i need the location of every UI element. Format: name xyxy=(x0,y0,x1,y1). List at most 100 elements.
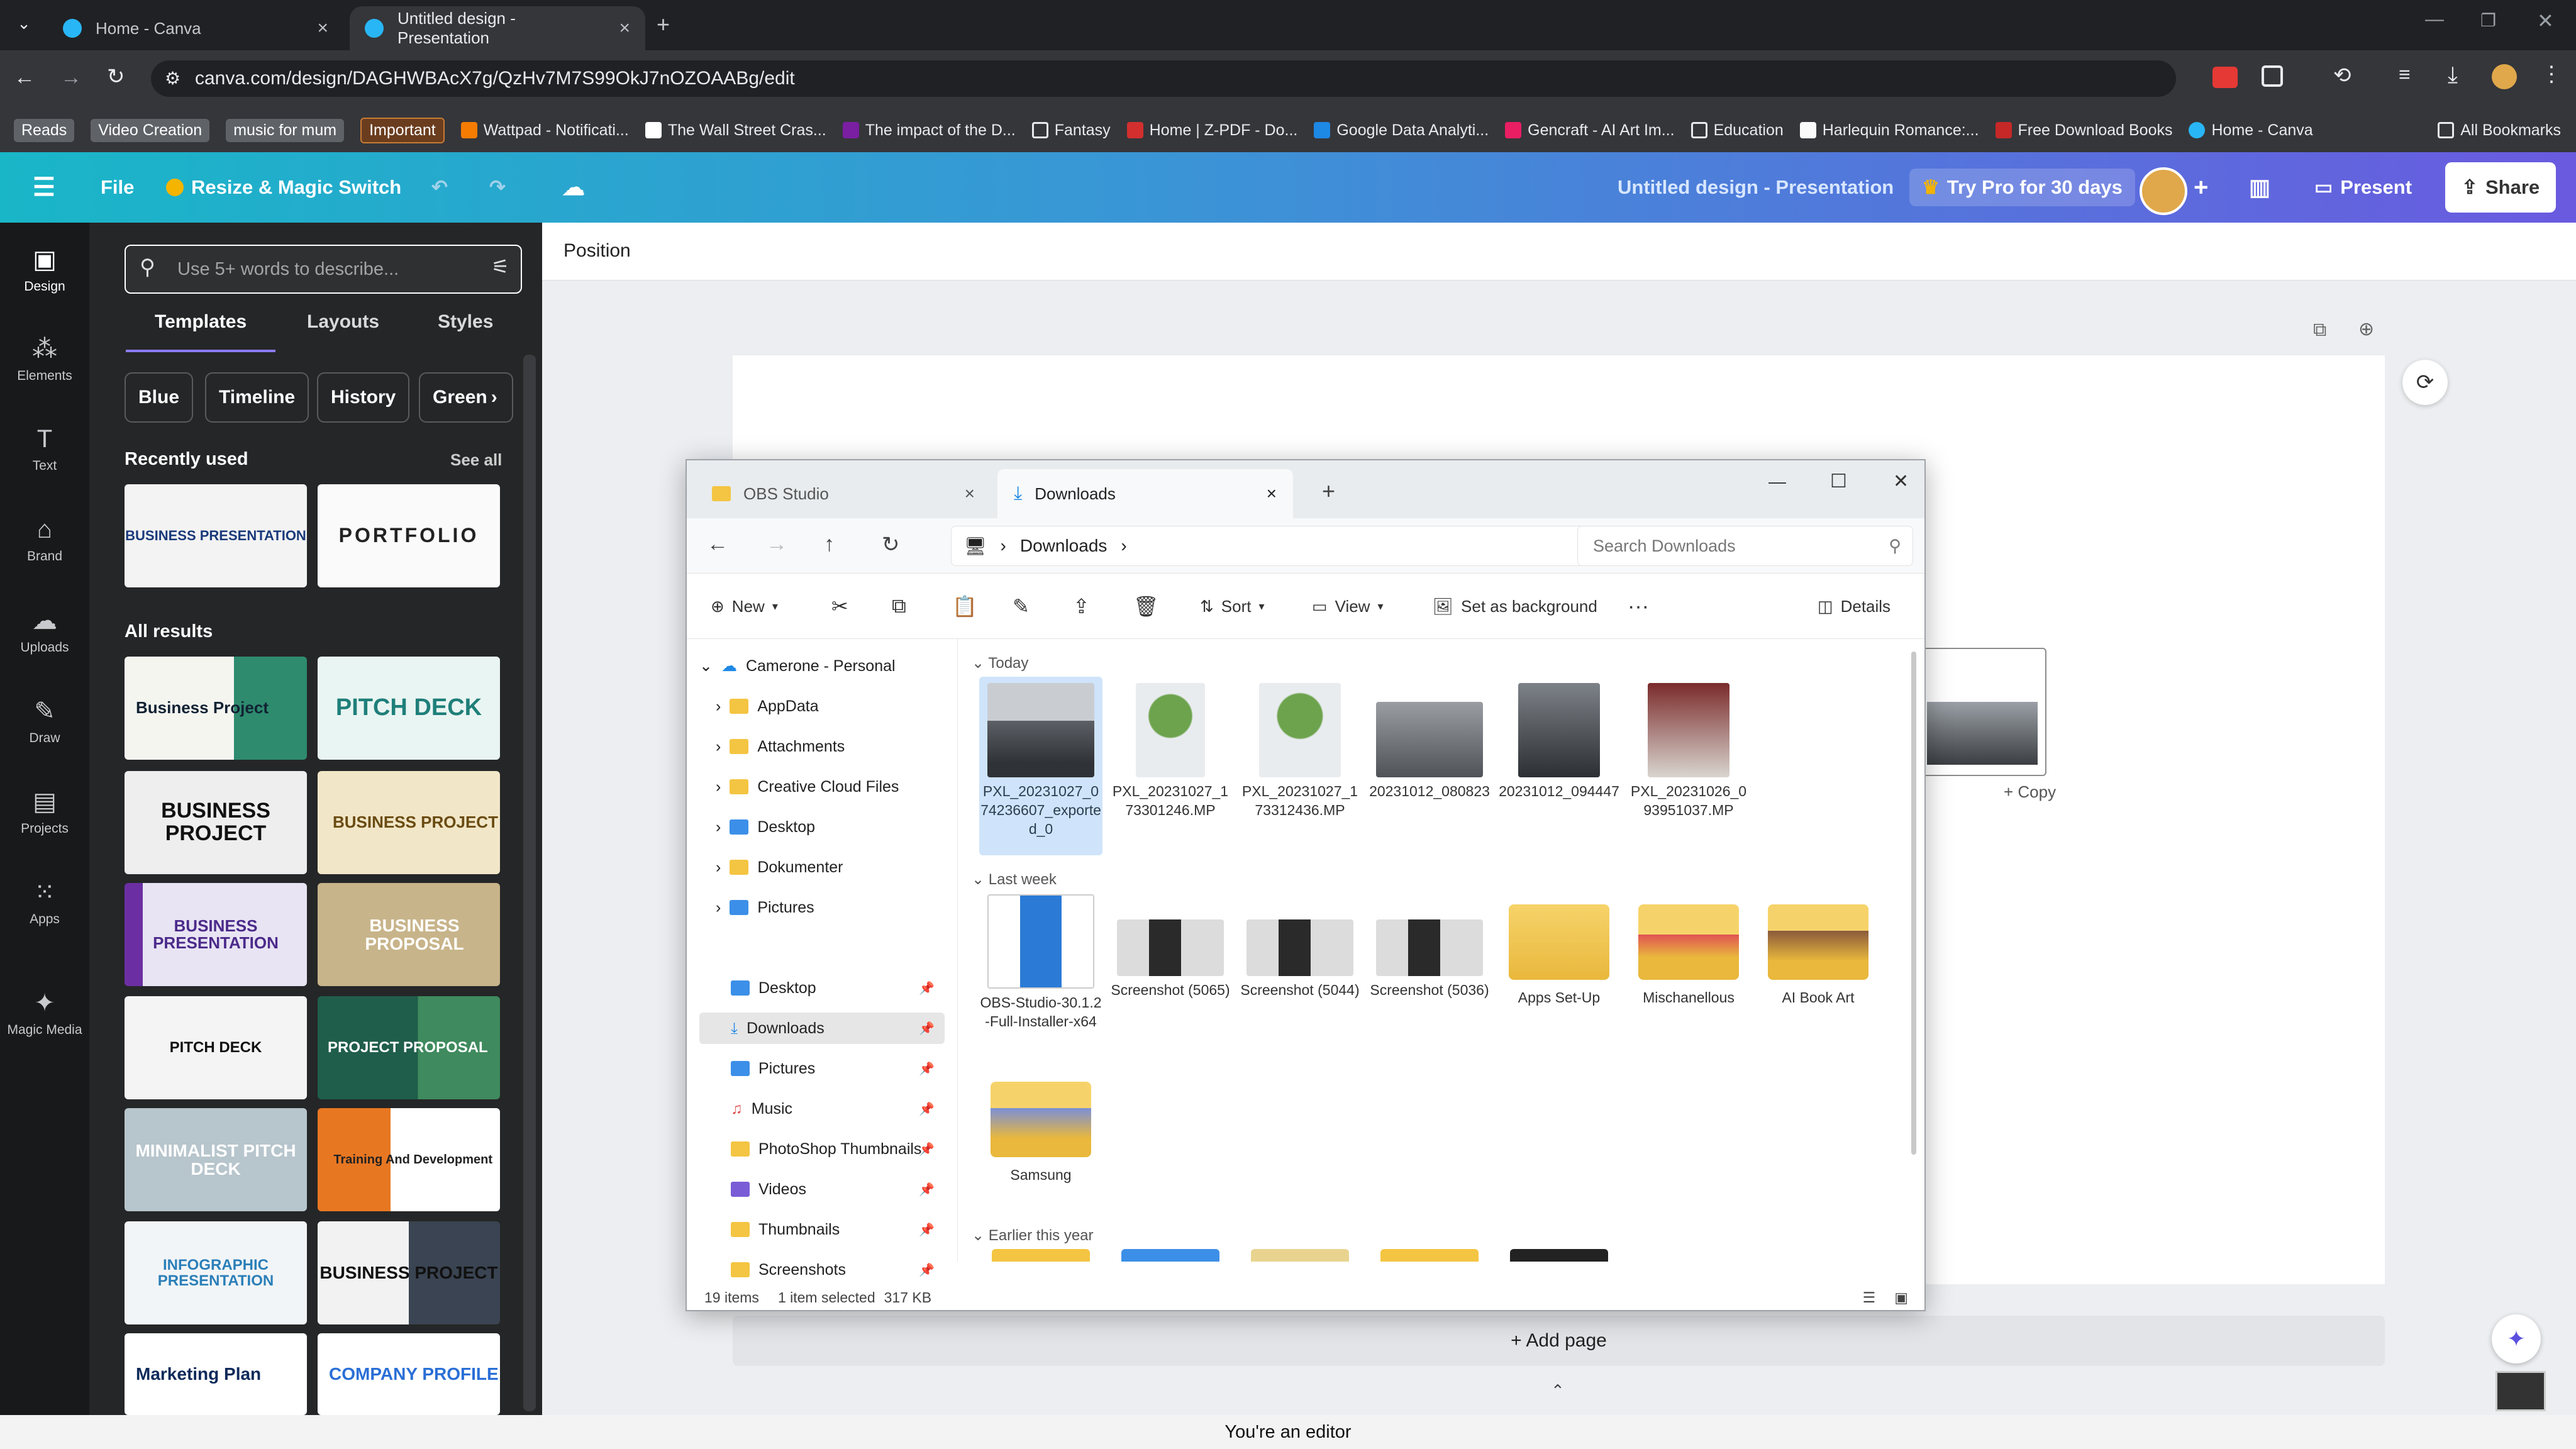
share-icon[interactable]: ⇪ xyxy=(1073,592,1090,620)
expand-pages-chevron-icon[interactable]: ⌃ xyxy=(1551,1381,1565,1401)
bookmark-gencraft[interactable]: Gencraft - AI Art Im... xyxy=(1505,121,1675,140)
main-menu-icon[interactable]: ☰ xyxy=(33,169,55,206)
file-item[interactable]: PXL_20231027_074236607_exported_0 xyxy=(979,677,1102,855)
folder-item[interactable]: Samsung xyxy=(979,1072,1102,1185)
sort-button[interactable]: ⇅ Sort ▾ xyxy=(1200,592,1265,620)
tab-templates[interactable]: Templates xyxy=(155,311,247,333)
folder-item[interactable] xyxy=(1380,1249,1479,1262)
tree-appdata[interactable]: › AppData xyxy=(716,691,819,722)
back-icon[interactable]: ← xyxy=(14,65,35,90)
template-card[interactable]: Business Project xyxy=(125,657,307,760)
panel-scrollbar[interactable] xyxy=(523,355,536,1411)
filter-icon[interactable]: ⚟ xyxy=(491,255,509,279)
folder-item[interactable] xyxy=(1121,1249,1219,1262)
rail-text[interactable]: T Text xyxy=(0,425,89,474)
quick-access-desktop[interactable]: Desktop 📌 xyxy=(731,972,945,1004)
undo-icon[interactable]: ↶ xyxy=(431,169,448,206)
resize-magic-switch-button[interactable]: Resize & Magic Switch xyxy=(166,169,401,206)
template-card[interactable]: MINIMALIST PITCH DECK xyxy=(125,1108,307,1211)
paste-icon[interactable]: 📋 xyxy=(952,592,977,620)
filter-chip-blue[interactable]: Blue xyxy=(125,372,194,423)
tab-styles[interactable]: Styles xyxy=(438,311,493,333)
recent-template-card[interactable]: PORTFOLIO xyxy=(318,484,500,587)
magic-assistant-button[interactable]: ✦ xyxy=(2492,1314,2541,1363)
bookmark-reads[interactable]: Reads xyxy=(14,118,75,142)
template-card[interactable]: BUSINESS PROJECT xyxy=(318,771,500,874)
delete-icon[interactable]: 🗑 xyxy=(1133,592,1159,620)
file-item[interactable]: 20231012_080823 xyxy=(1368,677,1491,801)
file-item[interactable]: 20231012_094447 xyxy=(1497,677,1621,801)
rail-projects[interactable]: ▤ Projects xyxy=(0,787,89,836)
quick-access-screenshots[interactable]: Screenshots 📌 xyxy=(731,1254,945,1285)
bookmark-wall-street[interactable]: The Wall Street Cras... xyxy=(645,121,826,140)
explorer-search-input[interactable]: Search Downloads ⚲ xyxy=(1577,526,1913,566)
tree-creative-cloud[interactable]: › Creative Cloud Files xyxy=(716,771,899,802)
add-collaborator-icon[interactable]: + xyxy=(2194,169,2208,206)
explorer-address-bar[interactable]: 🖥 › Downloads › xyxy=(951,526,1605,566)
tree-desktop[interactable]: › Desktop xyxy=(716,811,815,843)
details-view-icon[interactable]: ☰ xyxy=(1863,1289,1876,1306)
site-info-icon[interactable]: ⚙ xyxy=(165,68,180,89)
collaborator-avatar[interactable] xyxy=(2140,167,2187,215)
try-pro-button[interactable]: ♛ Try Pro for 30 days xyxy=(1909,169,2135,206)
bookmark-harlequin[interactable]: Harlequin Romance:... xyxy=(1799,121,1979,140)
group-header-last-week[interactable]: ⌄ Last week xyxy=(972,870,1057,889)
folder-item[interactable]: AI Book Art xyxy=(1757,894,1880,1008)
document-title[interactable]: Untitled design - Presentation xyxy=(1618,169,1894,206)
browser-menu-icon[interactable]: ⋮ xyxy=(2541,62,2562,87)
close-tab-icon[interactable]: × xyxy=(1267,484,1277,504)
add-page-icon[interactable]: ⊕ xyxy=(2358,318,2374,340)
restore-window-button[interactable]: ❐ xyxy=(2480,10,2496,31)
tree-pictures[interactable]: › Pictures xyxy=(716,892,814,923)
bookmark-zpdf[interactable]: Home | Z-PDF - Do... xyxy=(1126,121,1297,140)
view-button[interactable]: ▭ View ▾ xyxy=(1312,592,1384,620)
bookmark-google-data[interactable]: Google Data Analyti... xyxy=(1314,121,1489,140)
duplicate-page-icon[interactable]: ⧉ xyxy=(2313,319,2326,341)
present-button[interactable]: ▭ Present xyxy=(2302,169,2424,206)
bookmark-important[interactable]: Important xyxy=(360,117,445,143)
folder-item[interactable] xyxy=(1510,1249,1608,1262)
bookmark-free-download-books[interactable]: Free Download Books xyxy=(1995,121,2172,140)
browser-tab-untitled-design[interactable]: Untitled design - Presentation × xyxy=(350,6,645,50)
bookmark-video-creation[interactable]: Video Creation xyxy=(91,118,210,142)
quick-access-videos[interactable]: Videos 📌 xyxy=(731,1174,945,1205)
cloud-save-icon[interactable]: ☁ xyxy=(562,169,585,206)
close-tab-icon[interactable]: × xyxy=(619,18,630,39)
set-as-background-button[interactable]: 🖼 Set as background xyxy=(1433,592,1597,620)
forward-icon[interactable]: → xyxy=(60,65,82,90)
quick-access-downloads[interactable]: ⤓ Downloads 📌 xyxy=(699,1013,945,1044)
template-card[interactable]: PROJECT PROPOSAL xyxy=(318,996,500,1099)
filter-chip-timeline[interactable]: Timeline xyxy=(205,372,309,423)
add-page-button[interactable]: + Add page xyxy=(733,1316,2385,1366)
file-menu-button[interactable]: File xyxy=(101,169,134,206)
tree-attachments[interactable]: › Attachments xyxy=(716,731,845,762)
refresh-icon[interactable]: ↻ xyxy=(882,532,900,557)
back-icon[interactable]: ← xyxy=(707,532,728,557)
redo-icon[interactable]: ↷ xyxy=(489,169,506,206)
file-item[interactable]: Screenshot (5044) xyxy=(1238,894,1362,1000)
browser-tab-home-canva[interactable]: Home - Canva × xyxy=(48,6,343,50)
explorer-minimize-button[interactable]: — xyxy=(1768,472,1786,492)
tree-dokumenter[interactable]: › Dokumenter xyxy=(716,852,843,883)
tab-layouts[interactable]: Layouts xyxy=(307,311,379,333)
rail-magic-media[interactable]: ✦ Magic Media xyxy=(0,989,89,1038)
file-item[interactable]: PXL_20231026_093951037.MP xyxy=(1627,677,1750,820)
cut-icon[interactable]: ✂ xyxy=(831,592,848,620)
refresh-suggestions-button[interactable]: ⟳ xyxy=(2402,360,2448,405)
copy-icon[interactable]: ⧉ xyxy=(892,592,906,620)
media-control-icon[interactable]: ≡ xyxy=(2399,63,2411,86)
group-header-today[interactable]: ⌄ Today xyxy=(972,654,1028,672)
profile-avatar[interactable] xyxy=(2492,64,2517,89)
history-icon[interactable]: ⟲ xyxy=(2333,63,2351,88)
recent-template-card[interactable]: BUSINESS PRESENTATION xyxy=(125,484,307,587)
template-card[interactable]: Training And Development xyxy=(318,1108,500,1211)
folder-item[interactable]: Mischanellous xyxy=(1627,894,1750,1008)
page-thumbnail[interactable] xyxy=(2496,1371,2546,1411)
bookmark-wattpad[interactable]: Wattpad - Notificati... xyxy=(460,121,629,140)
explorer-tab-downloads[interactable]: ⤓ Downloads × xyxy=(997,469,1293,518)
url-bar[interactable]: ⚙ canva.com/design/DAGHWBAcX7g/QzHv7M7S9… xyxy=(151,60,2176,97)
forward-icon[interactable]: → xyxy=(766,532,787,557)
template-card[interactable]: BUSINESS PROJECT xyxy=(318,1221,500,1324)
filter-chip-history[interactable]: History xyxy=(317,372,410,423)
rail-brand[interactable]: ⌂ Brand xyxy=(0,516,89,564)
